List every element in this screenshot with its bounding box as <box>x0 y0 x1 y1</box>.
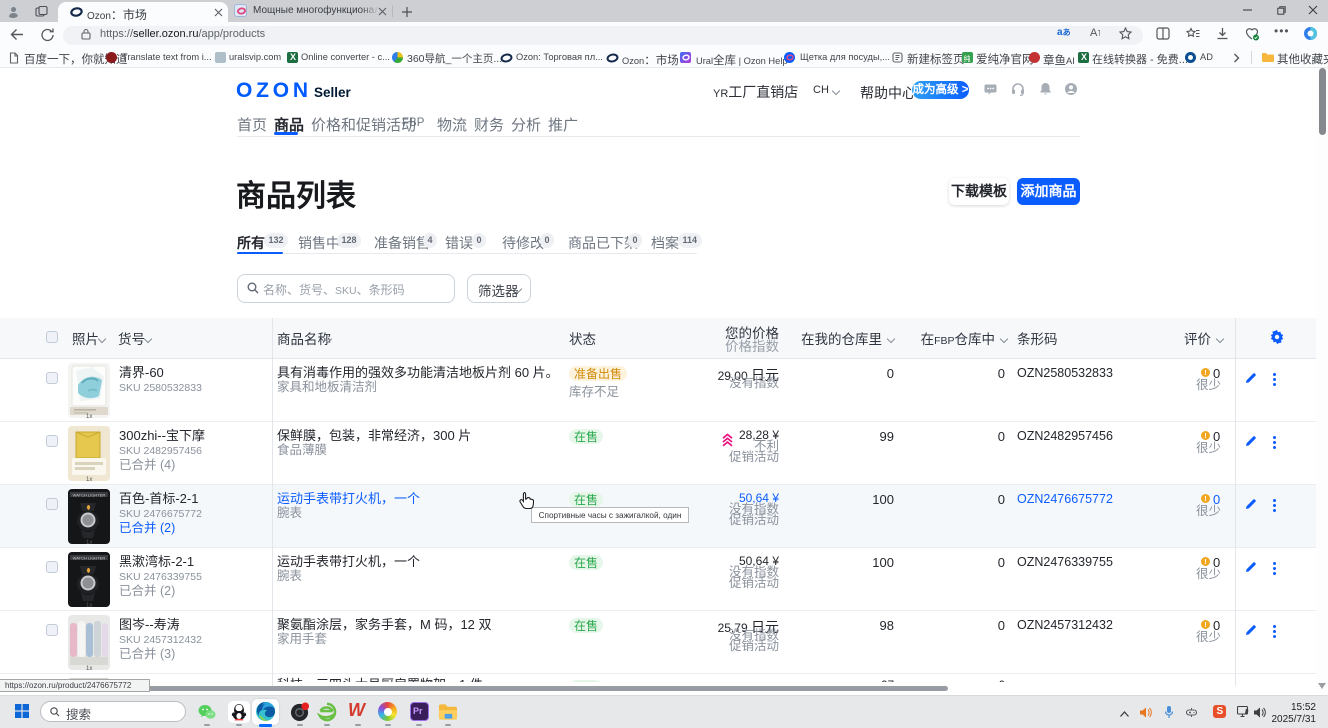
svg-text:WATCH LIGHTER: WATCH LIGHTER <box>73 556 106 561</box>
svg-text:WATCH LIGHTER: WATCH LIGHTER <box>73 493 106 498</box>
